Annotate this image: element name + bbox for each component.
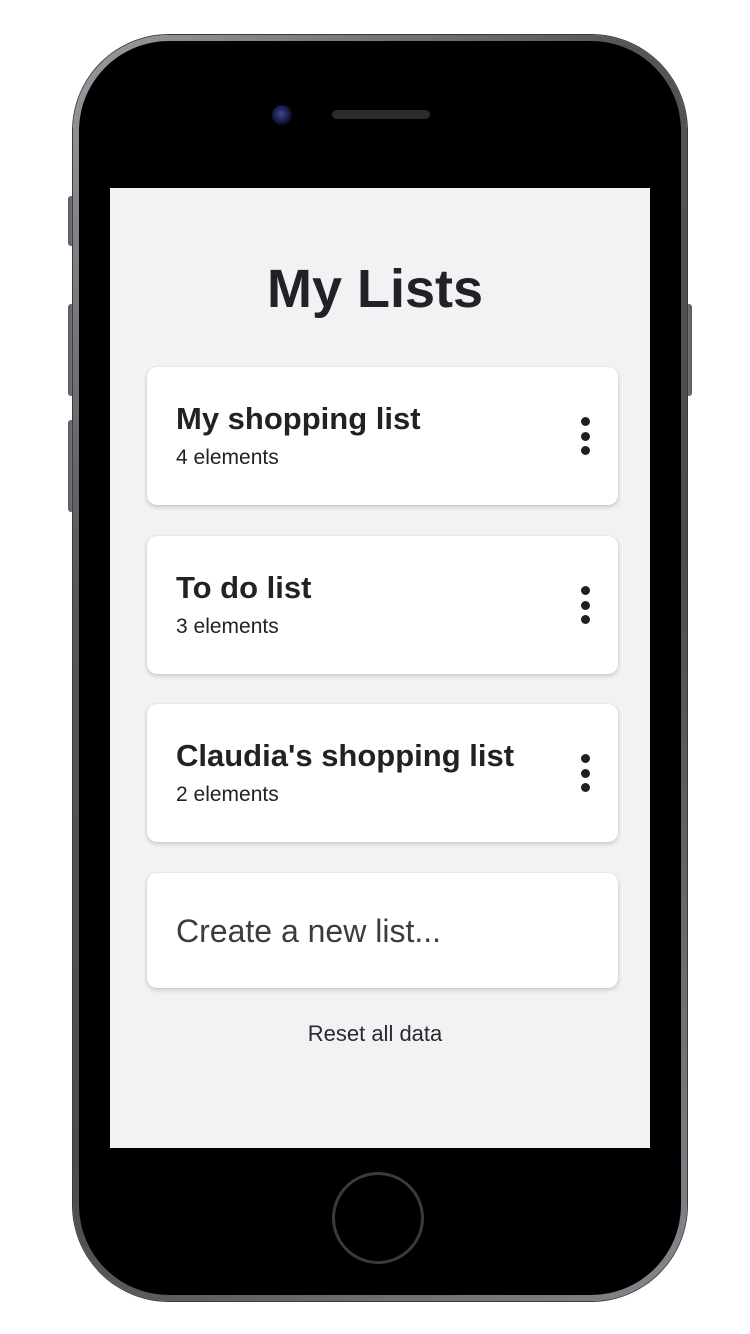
list-card-my-shopping-list[interactable]: My shopping list 4 elements	[147, 367, 618, 505]
list-element-count: 2 elements	[176, 783, 279, 806]
reset-all-data-link[interactable]: Reset all data	[308, 1021, 443, 1046]
list-name: My shopping list	[176, 401, 421, 436]
list-element-count: 4 elements	[176, 446, 279, 469]
more-vertical-icon[interactable]	[578, 417, 592, 455]
list-element-count: 3 elements	[176, 615, 279, 638]
create-new-list-input[interactable]: Create a new list...	[147, 873, 618, 988]
home-button[interactable]	[332, 1172, 424, 1264]
front-camera	[272, 105, 292, 125]
list-name: To do list	[176, 570, 312, 605]
create-new-list-placeholder: Create a new list...	[176, 913, 441, 949]
reset-data-link-row: Reset all data	[0, 1023, 750, 1045]
more-vertical-icon[interactable]	[578, 754, 592, 792]
page-title: My Lists	[266, 259, 484, 319]
list-card-claudias-shopping-list[interactable]: Claudia's shopping list 2 elements	[147, 704, 618, 842]
earpiece-speaker	[332, 110, 430, 119]
more-vertical-icon[interactable]	[578, 586, 592, 624]
list-card-to-do-list[interactable]: To do list 3 elements	[147, 536, 618, 674]
device-frame: My Lists My shopping list 4 elements To …	[0, 0, 750, 1334]
list-name: Claudia's shopping list	[176, 738, 515, 773]
